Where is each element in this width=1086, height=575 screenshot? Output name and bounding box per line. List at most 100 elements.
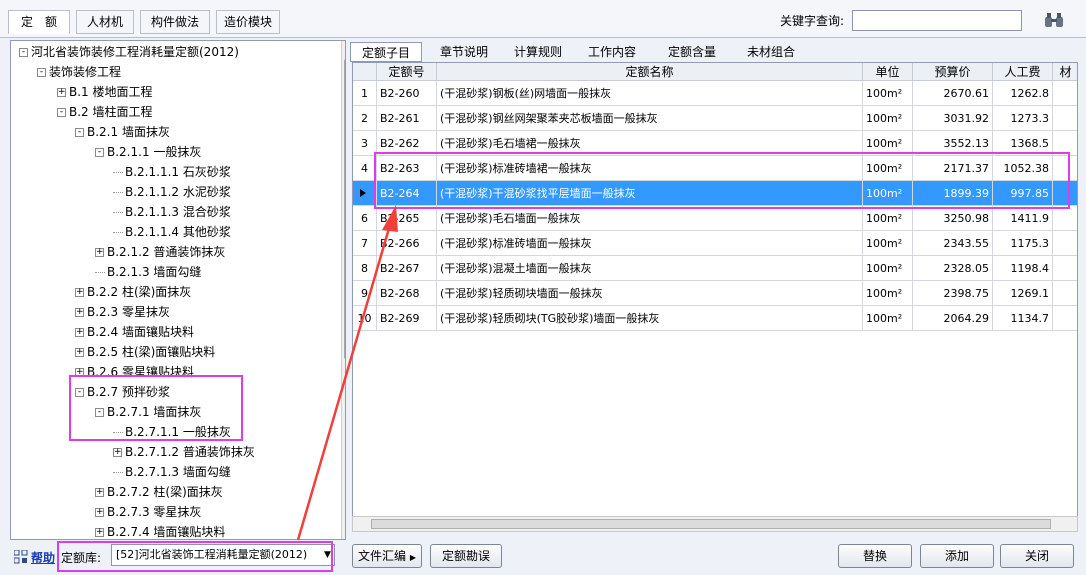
tab-quota[interactable]: 定 额 bbox=[8, 10, 70, 34]
keyword-search-input[interactable] bbox=[852, 10, 1022, 31]
tree-node[interactable]: B.2.4 墙面镶贴块料 bbox=[87, 323, 194, 341]
cell-labor: 1134.7 bbox=[993, 306, 1053, 331]
cell-no: 7 bbox=[353, 231, 377, 256]
tree-node[interactable]: B.2.1.1.1 石灰砂浆 bbox=[125, 163, 231, 181]
cell-name: (干混砂浆)标准砖墙面一般抹灰 bbox=[437, 231, 863, 256]
tab-work-content[interactable]: 工作内容 bbox=[576, 42, 648, 62]
cell-labor: 1198.4 bbox=[993, 256, 1053, 281]
cell-material bbox=[1053, 106, 1077, 131]
cell-code: B2-269 bbox=[377, 306, 437, 331]
quota-errata-button[interactable]: 定额勘误 bbox=[430, 544, 502, 568]
cell-price: 2398.75 bbox=[913, 281, 993, 306]
column-header[interactable] bbox=[353, 63, 377, 81]
expand-icon[interactable]: + bbox=[75, 348, 84, 357]
file-compile-label: 文件汇编 bbox=[358, 549, 407, 563]
expand-icon[interactable]: + bbox=[57, 88, 66, 97]
tab-quota-items[interactable]: 定额子目 bbox=[350, 42, 422, 62]
tree-node[interactable]: B.2.3 零星抹灰 bbox=[87, 303, 170, 321]
column-header[interactable]: 定额号 bbox=[377, 63, 437, 81]
column-header[interactable]: 单位 bbox=[863, 63, 913, 81]
tree-node[interactable]: B.2.1.3 墙面勾缝 bbox=[107, 263, 201, 281]
collapse-icon[interactable]: - bbox=[95, 148, 104, 157]
cell-price: 2328.05 bbox=[913, 256, 993, 281]
tree-node[interactable]: B.1 楼地面工程 bbox=[69, 83, 153, 101]
tree-highlight-box bbox=[69, 375, 243, 441]
tree-node[interactable]: 河北省装饰装修工程消耗量定额(2012) bbox=[31, 43, 239, 61]
tree-scrollbar[interactable] bbox=[341, 41, 345, 539]
tree-node[interactable]: B.2.1 墙面抹灰 bbox=[87, 123, 170, 141]
tree-node[interactable]: B.2.1.1.4 其他砂浆 bbox=[125, 223, 231, 241]
cell-name: (干混砂浆)轻质砌块(TG胶砂浆)墙面一般抹灰 bbox=[437, 306, 863, 331]
table-scroll-thumb[interactable] bbox=[371, 519, 1051, 529]
tab-labor-material-machine[interactable]: 人材机 bbox=[76, 10, 134, 34]
cell-material bbox=[1053, 206, 1077, 231]
tab-calc-rules[interactable]: 计算规则 bbox=[502, 42, 574, 62]
file-compile-button[interactable]: 文件汇编 ▶ bbox=[352, 544, 422, 568]
cell-unit: 100m² bbox=[863, 256, 913, 281]
replace-button[interactable]: 替换 bbox=[838, 544, 912, 568]
current-row-pointer-icon bbox=[360, 189, 366, 197]
column-header[interactable]: 材 bbox=[1053, 63, 1077, 81]
column-header[interactable]: 定额名称 bbox=[437, 63, 863, 81]
add-button[interactable]: 添加 bbox=[920, 544, 994, 568]
cell-name: (干混砂浆)毛石墙面一般抹灰 bbox=[437, 206, 863, 231]
tree-node[interactable]: B.2.1.1.2 水泥砂浆 bbox=[125, 183, 231, 201]
expand-icon[interactable]: + bbox=[75, 308, 84, 317]
tree-node[interactable]: B.2.1.1.3 混合砂浆 bbox=[125, 203, 231, 221]
keyword-search-label: 关键字查询: bbox=[780, 14, 845, 28]
table-horizontal-scrollbar[interactable] bbox=[352, 516, 1078, 532]
tree-node[interactable]: B.2.5 柱(梁)面镶贴块料 bbox=[87, 343, 215, 361]
expand-icon[interactable]: + bbox=[95, 248, 104, 257]
cell-name: (干混砂浆)钢板(丝)网墙面一般抹灰 bbox=[437, 81, 863, 106]
cell-name: (干混砂浆)钢丝网架聚苯夹芯板墙面一般抹灰 bbox=[437, 106, 863, 131]
detail-tabs: 定额子目 章节说明 计算规则 工作内容 定额含量 未材组合 bbox=[350, 42, 1080, 64]
cell-no: 10 bbox=[353, 306, 377, 331]
cell-material bbox=[1053, 281, 1077, 306]
expand-icon[interactable]: + bbox=[95, 528, 104, 537]
quota-table: 定额号 定额名称 单位 预算价 人工费材 1 B2-260 (干混砂浆)钢板(丝)网墙面一般抹… bbox=[352, 62, 1078, 532]
cell-unit: 100m² bbox=[863, 306, 913, 331]
tree-connector bbox=[113, 472, 123, 473]
tab-unpriced-material[interactable]: 未材组合 bbox=[734, 42, 808, 62]
tree-node[interactable]: B.2.7.1.3 墙面勾缝 bbox=[125, 463, 231, 481]
tree-node[interactable]: B.2.1.1 一般抹灰 bbox=[107, 143, 201, 161]
tab-cost-module[interactable]: 造价模块 bbox=[216, 10, 280, 34]
tab-component-method[interactable]: 构件做法 bbox=[140, 10, 210, 34]
tree-node[interactable]: B.2.7.3 零星抹灰 bbox=[107, 503, 201, 521]
expand-icon[interactable]: + bbox=[95, 488, 104, 497]
help-link[interactable]: 帮助 bbox=[31, 549, 55, 566]
expand-icon[interactable]: + bbox=[113, 448, 122, 457]
column-header[interactable]: 预算价 bbox=[913, 63, 993, 81]
collapse-icon[interactable]: - bbox=[75, 128, 84, 137]
column-header[interactable]: 人工费 bbox=[993, 63, 1053, 81]
close-button[interactable]: 关闭 bbox=[1000, 544, 1074, 568]
cell-material bbox=[1053, 81, 1077, 106]
tree-node[interactable]: B.2.1.2 普通装饰抹灰 bbox=[107, 243, 225, 261]
tree-node[interactable]: B.2 墙柱面工程 bbox=[69, 103, 153, 121]
tree-node[interactable]: B.2.7.1.2 普通装饰抹灰 bbox=[125, 443, 255, 461]
tree-node[interactable]: B.2.7.4 墙面镶贴块料 bbox=[107, 523, 225, 539]
binoculars-icon[interactable] bbox=[1044, 12, 1064, 28]
collapse-icon[interactable]: - bbox=[37, 68, 46, 77]
collapse-icon[interactable]: - bbox=[57, 108, 66, 117]
cell-no: 6 bbox=[353, 206, 377, 231]
cell-code: B2-267 bbox=[377, 256, 437, 281]
tree-connector bbox=[113, 172, 123, 173]
tree-scroll-thumb[interactable] bbox=[344, 59, 345, 359]
expand-icon[interactable]: + bbox=[95, 508, 104, 517]
tree-node[interactable]: B.2.2 柱(梁)面抹灰 bbox=[87, 283, 191, 301]
tree-node[interactable]: 装饰装修工程 bbox=[49, 63, 121, 81]
tab-quota-content[interactable]: 定额含量 bbox=[652, 42, 732, 62]
top-toolbar: 定 额 人材机 构件做法 造价模块 关键字查询: bbox=[0, 0, 1086, 38]
cell-no: 1 bbox=[353, 81, 377, 106]
help-grid-icon[interactable] bbox=[14, 550, 28, 564]
cell-price: 3250.98 bbox=[913, 206, 993, 231]
collapse-icon[interactable]: - bbox=[19, 48, 28, 57]
cell-name: (干混砂浆)混凝土墙面一般抹灰 bbox=[437, 256, 863, 281]
cell-no: 9 bbox=[353, 281, 377, 306]
tab-chapter-notes[interactable]: 章节说明 bbox=[428, 42, 500, 62]
cell-code: B2-260 bbox=[377, 81, 437, 106]
expand-icon[interactable]: + bbox=[75, 288, 84, 297]
expand-icon[interactable]: + bbox=[75, 328, 84, 337]
tree-node[interactable]: B.2.7.2 柱(梁)面抹灰 bbox=[107, 483, 223, 501]
